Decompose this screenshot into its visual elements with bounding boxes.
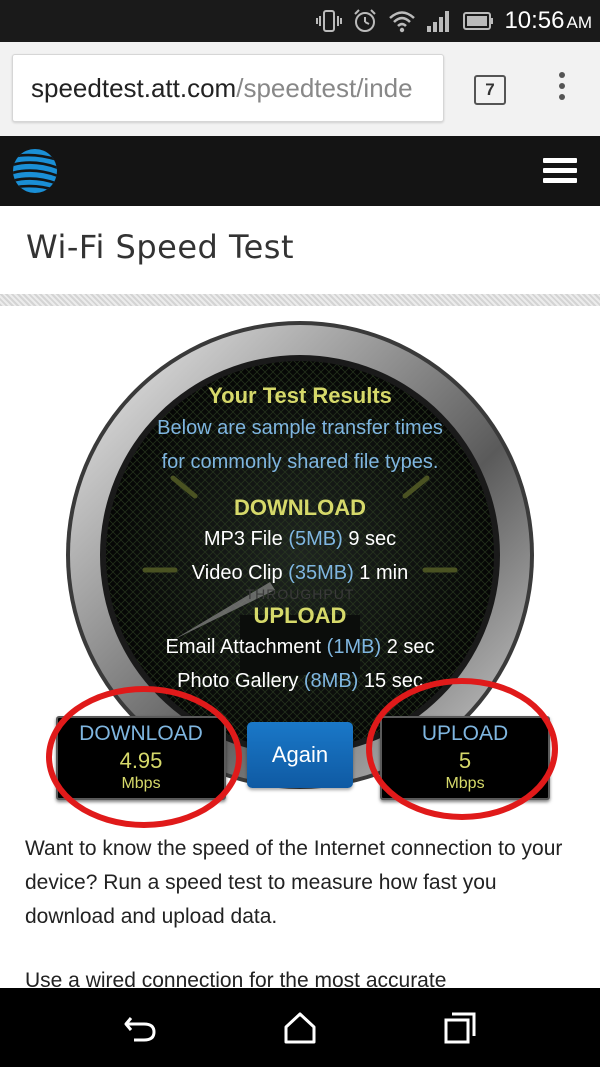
download-speed-label: DOWNLOAD <box>79 722 203 745</box>
upload-row-photo: Photo Gallery (8MB) 15 sec <box>177 670 423 692</box>
back-icon[interactable] <box>122 1010 158 1046</box>
upload-speed-unit: Mbps <box>445 775 485 792</box>
recent-apps-icon[interactable] <box>442 1010 478 1046</box>
url-path: /speedtest/inde <box>236 73 413 103</box>
download-speed-unit: Mbps <box>121 775 161 792</box>
results-heading: Your Test Results <box>208 383 392 408</box>
download-row-mp3: MP3 File (5MB) 9 sec <box>203 528 397 550</box>
signal-icon <box>427 11 450 32</box>
site-header <box>0 136 600 206</box>
vibrate-icon <box>316 10 343 32</box>
results-sub-line2: for commonly shared file types. <box>161 451 439 473</box>
status-icons: 10:56 AM <box>316 0 592 42</box>
throughput-label: THROUGHPUT <box>245 586 355 602</box>
again-button[interactable]: Again <box>247 722 353 788</box>
results-sub-line1: Below are sample transfer times <box>157 417 443 439</box>
download-speed-value: 4.95 <box>119 748 163 773</box>
download-heading: DOWNLOAD <box>234 495 366 520</box>
hamburger-menu-icon[interactable] <box>543 158 577 184</box>
upload-speed-value: 5 <box>458 748 472 773</box>
title-divider <box>0 294 600 306</box>
upload-heading: UPLOAD <box>253 603 347 628</box>
alarm-icon <box>354 9 377 32</box>
battery-icon <box>463 12 494 30</box>
description-paragraph-1: Want to know the speed of the Internet c… <box>25 837 563 928</box>
page-title: Wi-Fi Speed Test <box>26 228 295 266</box>
status-time: 10:56 AM <box>504 7 592 34</box>
url-host: speedtest.att.com <box>31 73 237 103</box>
wifi-icon <box>389 11 416 33</box>
overflow-menu-icon[interactable] <box>552 72 572 108</box>
download-row-video: Video Clip (35MB) 1 min <box>191 562 409 584</box>
browser-toolbar: speedtest.att.com/speedtest/inde 7 <box>0 42 600 136</box>
download-speed-box: DOWNLOAD 4.95 Mbps <box>56 716 226 800</box>
upload-row-email: Email Attachment (1MB) 2 sec <box>165 636 435 658</box>
upload-speed-box: UPLOAD 5 Mbps <box>380 716 550 800</box>
status-bar: 10:56 AM <box>0 0 600 42</box>
url-bar[interactable]: speedtest.att.com/speedtest/inde <box>12 54 444 122</box>
android-nav-bar <box>0 988 600 1067</box>
tab-switcher-button[interactable]: 7 <box>474 75 506 105</box>
upload-speed-label: UPLOAD <box>421 722 509 745</box>
home-icon[interactable] <box>282 1010 318 1046</box>
att-globe-icon[interactable] <box>12 148 58 194</box>
